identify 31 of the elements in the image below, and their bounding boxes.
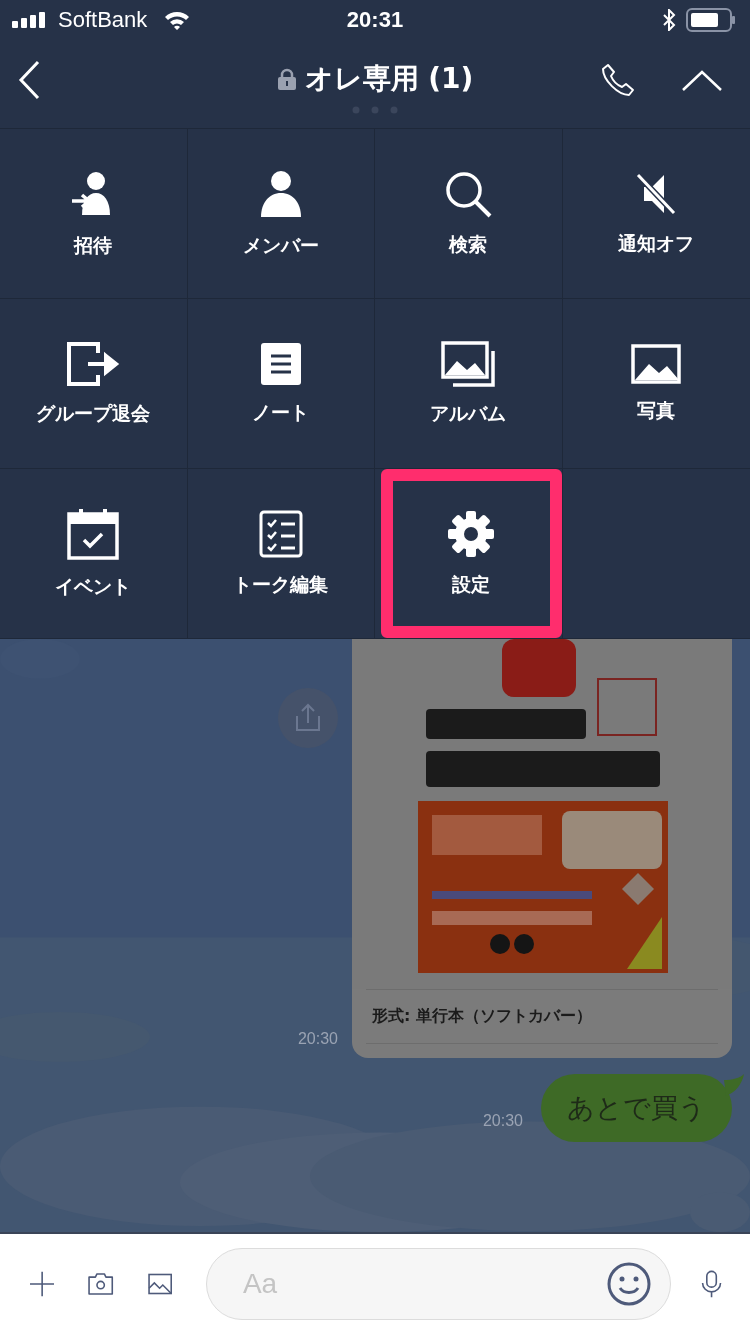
lock-icon [276,68,297,90]
menu-item[interactable]: アルバム [375,299,562,468]
menu-item[interactable]: 通知オフ [562,129,750,298]
note-icon [259,341,302,386]
battery-icon [686,8,736,32]
menu-item[interactable]: 招待 [0,129,187,298]
image-icon [631,343,682,384]
exit-icon [66,340,121,387]
menu-item[interactable]: ノート [187,299,374,468]
signal-icon [12,12,48,28]
menu-item[interactable]: グループ退会 [0,299,187,468]
emoji-icon[interactable] [605,1261,652,1307]
settings-icon [447,509,496,558]
person-icon [258,168,303,219]
checklist-icon [258,509,303,558]
phone-icon[interactable] [600,62,636,98]
menu-item[interactable]: メンバー [187,129,374,298]
wifi-icon [163,10,192,30]
search-icon [444,169,493,218]
menu-item[interactable]: トーク編集 [187,469,374,638]
chat-title: オレ専用 (1) [304,61,474,97]
album-icon [441,340,496,387]
menu-item[interactable]: 検索 [375,129,562,298]
carrier-name: SoftBank [58,7,148,33]
collapse-icon[interactable] [682,70,722,92]
calendar-icon [67,507,120,560]
menu-item[interactable]: 写真 [562,299,750,468]
menu-item[interactable]: イベント [0,469,187,638]
bluetooth-icon [662,9,676,31]
back-icon[interactable] [18,60,40,100]
clock: 20:31 [345,7,405,33]
